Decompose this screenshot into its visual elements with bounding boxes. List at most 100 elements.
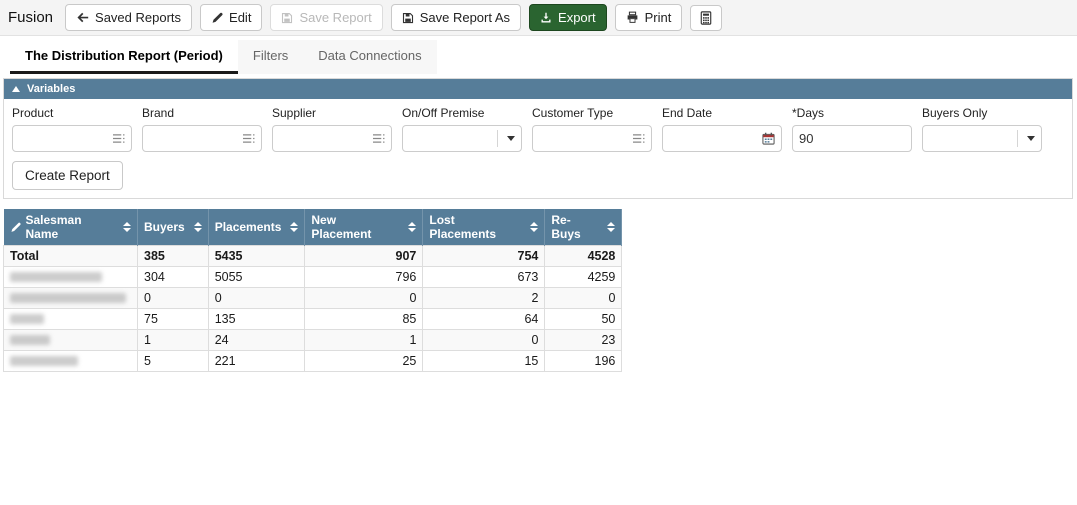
days-input-field[interactable] [799, 131, 905, 146]
field-label: Brand [142, 106, 175, 120]
cell-re-buys: 50 [544, 308, 623, 330]
save-icon [281, 12, 293, 24]
cell-salesman-name-redacted [3, 266, 138, 288]
cell-new-placement: 0 [304, 287, 424, 309]
tab-data-connections[interactable]: Data Connections [303, 40, 437, 74]
variables-panel-title: Variables [27, 83, 76, 95]
variables-panel-body: Product Brand Supplier On/Off Premise Cu… [4, 99, 1072, 198]
cell-buyers: 0 [137, 287, 209, 309]
field-buyers-only: Buyers Only [922, 106, 1042, 152]
cell-new-placement: 85 [304, 308, 424, 330]
field-label: *Days [792, 106, 825, 120]
edit-icon [10, 222, 21, 233]
saved-reports-button[interactable]: Saved Reports [65, 4, 193, 31]
tab-bar: The Distribution Report (Period) Filters… [0, 36, 1077, 74]
edit-button[interactable]: Edit [200, 4, 263, 31]
export-button[interactable]: Export [529, 4, 607, 31]
cell-placements: 24 [207, 329, 306, 351]
cell-re-buys: 196 [544, 350, 623, 372]
column-header-buyers[interactable]: Buyers [137, 209, 209, 246]
cell-placements: 221 [207, 350, 306, 372]
calculator-button[interactable] [690, 4, 723, 31]
column-header-re-buys[interactable]: Re-Buys [544, 209, 623, 246]
list-icon [632, 133, 645, 144]
cell-re-buys: 0 [544, 287, 623, 309]
print-button[interactable]: Print [614, 4, 683, 31]
report-table: Salesman Name Buyers Placements New Plac… [3, 209, 623, 372]
list-icon [372, 133, 385, 144]
tab-filters[interactable]: Filters [237, 40, 304, 74]
sort-icon [286, 222, 299, 232]
button-label: Export [558, 10, 596, 25]
total-label: Total [3, 245, 138, 267]
cell-buyers: 1 [137, 329, 209, 351]
button-label: Print [644, 10, 672, 25]
pencil-icon [211, 12, 223, 24]
sort-icon [190, 222, 202, 232]
field-label: Product [12, 106, 54, 120]
brand-input-field[interactable] [149, 131, 238, 146]
create-report-button[interactable]: Create Report [12, 161, 123, 190]
cell-lost-placements: 0 [422, 329, 546, 351]
variables-panel-header[interactable]: Variables [4, 79, 1072, 99]
arrow-left-icon [76, 11, 89, 24]
save-report-button[interactable]: Save Report [270, 4, 383, 31]
table-row: 75 135 85 64 50 [3, 308, 623, 330]
tab-distribution-report[interactable]: The Distribution Report (Period) [10, 40, 238, 74]
chevron-down-icon [1027, 136, 1035, 141]
field-label: Supplier [272, 106, 317, 120]
field-end-date: End Date [662, 106, 782, 152]
table-row-total: Total 385 5435 907 754 4528 [3, 245, 623, 267]
column-header-new-placement[interactable]: New Placement [304, 209, 424, 246]
on-off-premise-select[interactable] [402, 125, 522, 152]
field-label: Customer Type [532, 106, 614, 120]
table-row: 1 24 1 0 23 [3, 329, 623, 351]
brand-input[interactable] [142, 125, 262, 152]
sort-icon [526, 222, 539, 232]
table-row: 0 0 0 2 0 [3, 287, 623, 309]
on-off-premise-value[interactable] [409, 131, 493, 146]
end-date-input[interactable] [662, 125, 782, 152]
buyers-only-value[interactable] [929, 131, 1013, 146]
customer-type-input-field[interactable] [539, 131, 628, 146]
column-header-salesman-name[interactable]: Salesman Name [3, 209, 138, 246]
field-days: *Days [792, 106, 912, 152]
cell-lost-placements: 64 [422, 308, 546, 330]
cell-new-placement: 25 [304, 350, 424, 372]
buyers-only-select[interactable] [922, 125, 1042, 152]
button-label: Save Report [299, 10, 372, 25]
field-on-off-premise: On/Off Premise [402, 106, 522, 152]
field-supplier: Supplier [272, 106, 392, 152]
save-report-as-button[interactable]: Save Report As [390, 4, 522, 31]
cell-buyers: 385 [137, 245, 209, 267]
field-label: End Date [662, 106, 713, 120]
cell-salesman-name-redacted [3, 287, 138, 309]
cell-lost-placements: 2 [422, 287, 546, 309]
sort-icon [404, 222, 417, 232]
days-input[interactable] [792, 125, 912, 152]
column-header-placements[interactable]: Placements [208, 209, 306, 246]
printer-icon [626, 11, 639, 24]
end-date-input-field[interactable] [669, 131, 758, 146]
toolbar: Fusion Saved Reports Edit Save Report Sa… [0, 0, 1077, 36]
cell-buyers: 75 [137, 308, 209, 330]
field-customer-type: Customer Type [532, 106, 652, 152]
cell-placements: 0 [207, 287, 306, 309]
supplier-input-field[interactable] [279, 131, 368, 146]
cell-buyers: 304 [137, 266, 209, 288]
product-input[interactable] [12, 125, 132, 152]
customer-type-input[interactable] [532, 125, 652, 152]
product-input-field[interactable] [19, 131, 108, 146]
cell-new-placement: 907 [304, 245, 424, 267]
sort-icon [603, 222, 616, 232]
field-brand: Brand [142, 106, 262, 152]
list-icon [242, 133, 255, 144]
variables-fields-row: Product Brand Supplier On/Off Premise Cu… [12, 106, 1064, 152]
button-label: Save Report As [419, 10, 511, 25]
save-icon [402, 12, 414, 24]
cell-lost-placements: 673 [422, 266, 546, 288]
cell-new-placement: 1 [304, 329, 424, 351]
column-header-lost-placements[interactable]: Lost Placements [422, 209, 546, 246]
field-label: Buyers Only [922, 106, 988, 120]
supplier-input[interactable] [272, 125, 392, 152]
